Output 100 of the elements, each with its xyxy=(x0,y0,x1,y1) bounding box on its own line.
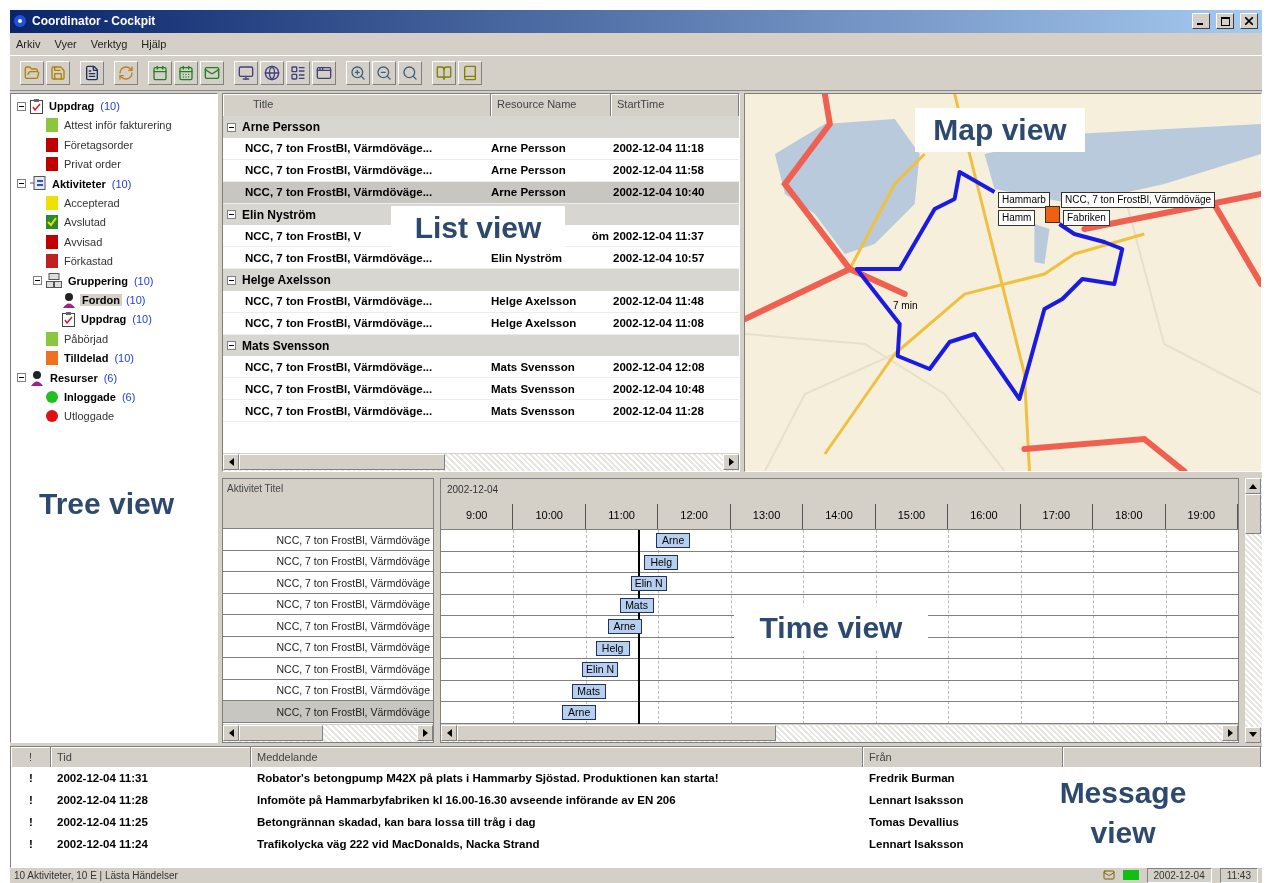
tree-item[interactable]: Attest inför fakturering xyxy=(62,119,174,132)
tree-item[interactable]: Gruppering xyxy=(66,274,130,287)
scroll-left-button[interactable] xyxy=(223,724,239,741)
menu-item[interactable]: Arkiv xyxy=(16,37,41,50)
horizontal-scrollbar[interactable] xyxy=(223,723,433,742)
collapse-toggle[interactable] xyxy=(17,179,26,189)
scroll-thumb[interactable] xyxy=(239,454,446,471)
scroll-thumb[interactable] xyxy=(1245,494,1261,535)
column-header[interactable]: ! xyxy=(11,746,51,767)
sender-cell-text: Lennart Isaksson xyxy=(868,793,965,806)
menu-item[interactable]: Vyer xyxy=(54,37,77,50)
tree-item[interactable]: Fordon xyxy=(80,294,122,306)
group-name: Mats Svensson xyxy=(242,338,330,353)
resource-cell-text: Mats Svensson xyxy=(491,382,576,395)
tree-item[interactable]: Tilldelad xyxy=(62,352,111,365)
toolbar-button[interactable] xyxy=(398,61,422,85)
title-cell-text: NCC, 7 ton FrostBl, Värmdöväge... xyxy=(245,317,434,330)
tree-item[interactable]: Privat order xyxy=(62,158,123,171)
scroll-left-button[interactable] xyxy=(223,454,239,471)
activity-bar[interactable]: Arne xyxy=(656,533,691,549)
hour-label: 16:00 xyxy=(948,504,1021,530)
collapse-toggle[interactable] xyxy=(227,341,236,351)
toolbar-button[interactable] xyxy=(286,61,310,85)
activity-bar[interactable]: Arne xyxy=(607,619,642,635)
tree-item[interactable]: Företagsorder xyxy=(62,138,136,151)
tree-item[interactable]: Utloggade xyxy=(62,410,117,423)
tree-item[interactable]: Inloggade xyxy=(62,390,118,403)
toolbar-button[interactable] xyxy=(260,61,284,85)
collapse-toggle[interactable] xyxy=(33,276,42,286)
group-row[interactable]: Mats Svensson xyxy=(223,334,739,357)
column-header[interactable]: Tid xyxy=(51,746,251,767)
scroll-left-button[interactable] xyxy=(441,724,457,741)
time-cell-text: 2002-12-04 11:25 xyxy=(56,815,149,828)
tree-item[interactable]: Uppdrag xyxy=(47,100,97,113)
message-cell-text: Trafikolycka väg 222 vid MacDonalds, Nacka Strand xyxy=(256,837,541,850)
toolbar-button[interactable] xyxy=(372,61,396,85)
title-cell-text: NCC, 7 ton FrostBl, Värmdöväge... xyxy=(245,404,434,417)
hour-label: 17:00 xyxy=(1020,504,1094,530)
list-row[interactable]: NCC, 7 ton FrostBl, Värmdöväge... Arne Persson 2002-12-04 10:40 xyxy=(223,181,739,204)
toolbar-button[interactable] xyxy=(346,61,370,85)
scroll-right-button[interactable] xyxy=(1222,724,1238,741)
activity-bar[interactable]: Elin N xyxy=(582,662,619,678)
scroll-thumb[interactable] xyxy=(457,724,776,741)
activity-bar[interactable]: Helg xyxy=(644,554,679,570)
start-time-cell-text: 2002-12-04 11:37 xyxy=(613,229,705,242)
connection-indicator xyxy=(1122,870,1139,881)
message-cell-text: Infomöte på Hammarbyfabriken kl 16.00-16.30 avseende införande av EN 206 xyxy=(256,793,677,806)
scroll-right-button[interactable] xyxy=(723,454,739,471)
group-row[interactable]: Arne Persson xyxy=(223,116,739,138)
scroll-down-button[interactable] xyxy=(1245,726,1261,743)
collapse-toggle[interactable] xyxy=(227,122,236,132)
tree-item[interactable]: Avslutad xyxy=(62,216,108,229)
column-header[interactable]: Aktivitet Titel xyxy=(223,479,433,530)
tree-item[interactable]: Uppdrag xyxy=(79,313,129,326)
toolbar-button[interactable] xyxy=(312,61,336,85)
group-row[interactable]: Helge Axelsson xyxy=(223,269,739,291)
map-drawing[interactable] xyxy=(745,94,1261,472)
activity-bar[interactable]: Mats xyxy=(571,683,606,699)
toolbar-button[interactable] xyxy=(80,61,104,85)
menu-item[interactable]: Verktyg xyxy=(90,37,128,50)
tree-item[interactable]: Accepterad xyxy=(62,197,122,210)
down-arrow-icon xyxy=(1249,732,1257,738)
collapse-toggle[interactable] xyxy=(227,275,236,285)
column-header[interactable]: Från xyxy=(863,746,1063,767)
hour-label: 10:00 xyxy=(513,504,586,530)
tree-item[interactable]: Påbörjad xyxy=(62,332,111,345)
minimize-button[interactable] xyxy=(1192,13,1210,30)
column-header[interactable]: Meddelande xyxy=(251,746,863,767)
tree-item[interactable]: Aktiviteter xyxy=(50,177,108,190)
left-arrow-icon xyxy=(228,458,234,467)
scroll-up-button[interactable] xyxy=(1245,478,1261,495)
collapse-toggle[interactable] xyxy=(17,101,26,111)
collapse-toggle[interactable] xyxy=(17,373,26,383)
activity-bar[interactable]: Mats xyxy=(619,597,654,613)
vertical-scrollbar[interactable] xyxy=(1245,478,1262,743)
clipboard-icon xyxy=(62,311,75,327)
app-icon xyxy=(14,15,26,28)
start-time-cell-text: 2002-12-04 10:48 xyxy=(613,382,706,395)
menu-item[interactable]: Hjälp xyxy=(141,37,167,50)
toolbar-button[interactable] xyxy=(234,61,258,85)
location-marker[interactable] xyxy=(1045,206,1060,224)
activity-row[interactable]: NCC, 7 ton FrostBl, Värmdöväge xyxy=(223,701,433,723)
scroll-right-button[interactable] xyxy=(417,724,433,741)
activity-bar[interactable]: Arne xyxy=(562,705,597,721)
activity-bar[interactable]: Helg xyxy=(595,640,630,656)
map-label: Hammarb xyxy=(998,192,1050,209)
resource-cell-text: Arne Persson xyxy=(491,142,567,155)
time-cell-text: 2002-12-04 11:31 xyxy=(56,771,149,784)
document-icon xyxy=(84,65,100,81)
left-arrow-icon xyxy=(446,728,452,737)
tree-item[interactable]: Avvisad xyxy=(62,235,105,248)
tree-item[interactable]: Förkastad xyxy=(62,255,115,268)
tree-item[interactable]: Resurser xyxy=(48,371,100,384)
activity-bar[interactable]: Elin N xyxy=(630,576,667,592)
collapse-toggle[interactable] xyxy=(227,210,236,220)
resource-cell-text: Arne Persson xyxy=(491,164,567,177)
close-button[interactable] xyxy=(1240,13,1258,30)
horizontal-scrollbar[interactable] xyxy=(223,453,739,472)
scroll-thumb[interactable] xyxy=(239,724,323,741)
maximize-button[interactable] xyxy=(1216,13,1234,30)
